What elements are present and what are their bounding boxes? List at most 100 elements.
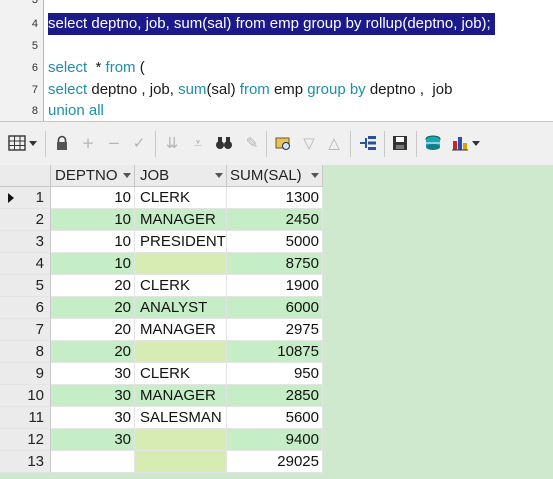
column-dropdown-icon[interactable]	[215, 173, 223, 178]
editor-line: 8 union all	[0, 100, 553, 121]
sql-keyword: from	[239, 81, 270, 98]
row-number[interactable]: 2	[0, 209, 51, 231]
sql-text[interactable]: select deptno , job, sum(sal) from emp g…	[48, 79, 452, 101]
cell-sum-sal[interactable]: 1300	[227, 187, 323, 209]
cell-sum-sal[interactable]: 9400	[227, 429, 323, 451]
editor-line: 5	[0, 35, 553, 57]
cell-job[interactable]: MANAGER	[135, 385, 227, 407]
result-grid[interactable]: DEPTNO JOB SUM(SAL) 1 10 CLERK 1300 2 10 MANAG…	[0, 165, 553, 479]
sql-token: deptno , job	[365, 81, 453, 98]
chart-icon[interactable]	[449, 132, 471, 154]
cell-deptno[interactable]: 20	[51, 341, 135, 363]
cell-job[interactable]: MANAGER	[135, 209, 227, 231]
row-number-label: 11	[28, 409, 44, 426]
row-number[interactable]: 3	[0, 231, 51, 253]
cell-deptno[interactable]: 30	[51, 385, 135, 407]
selected-sql-text[interactable]: select deptno, job, sum(sal) from emp gr…	[48, 13, 495, 35]
sql-text[interactable]: union all	[48, 100, 104, 121]
row-number[interactable]: 10	[0, 385, 51, 407]
save-icon[interactable]	[389, 132, 411, 154]
row-number-label: 6	[35, 299, 44, 316]
row-number[interactable]: 1	[0, 187, 51, 209]
row-number[interactable]: 7	[0, 319, 51, 341]
cell-deptno[interactable]: 10	[51, 231, 135, 253]
sort-desc-icon[interactable]: ▽	[298, 132, 320, 154]
cell-sum-sal[interactable]: 1900	[227, 275, 323, 297]
cell-sum-sal[interactable]: 8750	[227, 253, 323, 275]
row-number-label: 9	[35, 365, 44, 382]
line-number: 4	[31, 18, 38, 30]
row-number[interactable]: 4	[0, 253, 51, 275]
clear-icon[interactable]: ✎	[241, 132, 263, 154]
cell-job[interactable]	[135, 451, 227, 473]
find-binoculars-icon[interactable]	[213, 132, 235, 154]
dropdown-arrow-icon[interactable]	[27, 132, 39, 154]
row-number-label: 2	[35, 211, 44, 228]
row-number[interactable]: 5	[0, 275, 51, 297]
cell-job[interactable]: CLERK	[135, 187, 227, 209]
cell-job[interactable]: MANAGER	[135, 319, 227, 341]
editor-line: 4 select deptno, job, sum(sal) from emp …	[0, 13, 553, 35]
delete-record-icon[interactable]: −	[103, 132, 125, 154]
cell-sum-sal[interactable]: 29025	[227, 451, 323, 473]
cell-job[interactable]: SALESMAN	[135, 407, 227, 429]
toolbar-separator	[266, 131, 267, 157]
cell-sum-sal[interactable]: 10875	[227, 341, 323, 363]
sql-token: *	[87, 59, 106, 76]
lock-icon[interactable]	[51, 132, 73, 154]
cell-deptno[interactable]	[51, 451, 135, 473]
row-number[interactable]: 12	[0, 429, 51, 451]
cell-sum-sal[interactable]: 5600	[227, 407, 323, 429]
line-number: 6	[31, 62, 38, 74]
row-number[interactable]: 11	[0, 407, 51, 429]
cell-job[interactable]: CLERK	[135, 363, 227, 385]
filter-clear-icon[interactable]: ⩡	[187, 132, 209, 154]
toolbar-separator	[350, 131, 351, 157]
column-dropdown-icon[interactable]	[311, 173, 319, 178]
cell-job[interactable]	[135, 341, 227, 363]
cell-job[interactable]	[135, 429, 227, 451]
cell-sum-sal[interactable]: 6000	[227, 297, 323, 319]
row-number[interactable]: 9	[0, 363, 51, 385]
cell-sum-sal[interactable]: 950	[227, 363, 323, 385]
cell-job[interactable]: CLERK	[135, 275, 227, 297]
cell-deptno[interactable]: 30	[51, 429, 135, 451]
cell-job[interactable]: PRESIDENT	[135, 231, 227, 253]
column-header-sum-sal[interactable]: SUM(SAL)	[227, 165, 323, 187]
cell-job[interactable]	[135, 253, 227, 275]
sql-editor[interactable]: 3 4 select deptno, job, sum(sal) from em…	[0, 0, 553, 121]
export-icon[interactable]	[422, 132, 444, 154]
row-number[interactable]: 8	[0, 341, 51, 363]
cell-deptno[interactable]: 20	[51, 275, 135, 297]
column-header-job[interactable]: JOB	[135, 165, 227, 187]
sql-token: (sal)	[206, 81, 240, 98]
chart-dropdown-icon[interactable]	[470, 132, 482, 154]
grid-view-icon[interactable]	[6, 132, 28, 154]
cell-deptno[interactable]: 10	[51, 253, 135, 275]
row-number[interactable]: 13	[0, 451, 51, 473]
sql-keyword: select	[48, 59, 88, 76]
cell-sum-sal[interactable]: 2975	[227, 319, 323, 341]
cell-deptno[interactable]: 30	[51, 363, 135, 385]
cell-deptno[interactable]: 20	[51, 319, 135, 341]
cell-sum-sal[interactable]: 5000	[227, 231, 323, 253]
cell-deptno[interactable]: 10	[51, 187, 135, 209]
cell-deptno[interactable]: 10	[51, 209, 135, 231]
filter-down-icon[interactable]: ⇊	[161, 132, 183, 154]
grid-corner[interactable]	[0, 165, 51, 187]
cell-deptno[interactable]: 20	[51, 297, 135, 319]
cell-sum-sal[interactable]: 2450	[227, 209, 323, 231]
tree-view-icon[interactable]	[357, 132, 379, 154]
cell-job[interactable]: ANALYST	[135, 297, 227, 319]
query-by-example-icon[interactable]	[272, 132, 294, 154]
row-number[interactable]: 6	[0, 297, 51, 319]
sort-asc-icon[interactable]: △	[323, 132, 345, 154]
column-dropdown-icon[interactable]	[123, 173, 131, 178]
cell-sum-sal[interactable]: 2850	[227, 385, 323, 407]
add-record-icon[interactable]: +	[77, 132, 99, 154]
column-header-deptno[interactable]: DEPTNO	[51, 165, 135, 187]
post-edit-icon[interactable]: ✓	[128, 132, 150, 154]
cell-deptno[interactable]: 30	[51, 407, 135, 429]
sql-text[interactable]: select * from (	[48, 57, 145, 79]
row-number-label: 4	[35, 255, 44, 272]
